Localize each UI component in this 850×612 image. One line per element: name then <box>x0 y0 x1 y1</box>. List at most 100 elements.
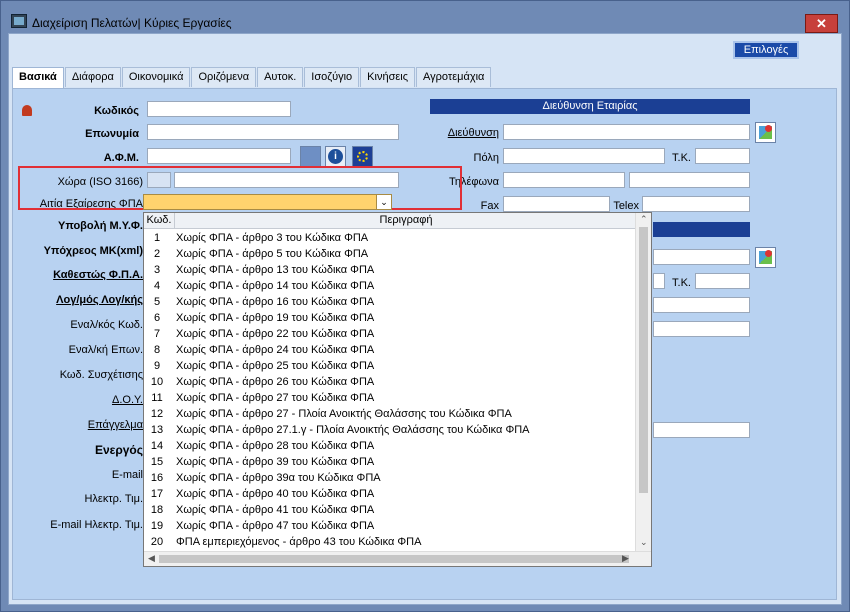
fax-input[interactable] <box>503 196 610 212</box>
eu-vies-icon[interactable] <box>352 146 373 167</box>
scroll-right-icon[interactable]: ▶ <box>622 553 629 564</box>
list-item[interactable]: 20 ΦΠΑ εμπεριεχόμενος - άρθρο 43 του Κώδι… <box>144 534 636 550</box>
address2-input[interactable] <box>653 249 750 265</box>
list-item[interactable]: 11 Χωρίς ΦΠΑ - άρθρο 27 του Κώδικα ΦΠΑ <box>144 390 636 406</box>
list-item-code: 14 <box>150 440 164 452</box>
tab-financial[interactable]: Οικονομικά <box>121 67 191 87</box>
list-item-description: Χωρίς ΦΠΑ - άρθρο 16 του Κώδικα ΦΠΑ <box>176 296 375 308</box>
list-item[interactable]: 7 Χωρίς ΦΠΑ - άρθρο 22 του Κώδικα ΦΠΑ <box>144 326 636 342</box>
list-item[interactable]: 17 Χωρίς ΦΠΑ - άρθρο 40 του Κώδικα ΦΠΑ <box>144 486 636 502</box>
window-title: Διαχείριση Πελατών| Κύριες Εργασίες <box>32 16 232 30</box>
list-item-description: Χωρίς ΦΠΑ - άρθρο 41 του Κώδικα ΦΠΑ <box>176 504 375 516</box>
tab-custom[interactable]: Οριζόμενα <box>191 67 257 87</box>
tab-balance[interactable]: Ισοζύγιο <box>304 67 360 87</box>
map-icon-2[interactable] <box>755 247 776 268</box>
list-item-description: Χωρίς ΦΠΑ - άρθρο 19 του Κώδικα ΦΠΑ <box>176 312 375 324</box>
list-item[interactable]: 1 Χωρίς ΦΠΑ - άρθρο 3 του Κώδικα ΦΠΑ <box>144 230 636 246</box>
list-item-code: 5 <box>153 296 161 308</box>
fax2-input[interactable] <box>653 321 750 337</box>
vat-reason-dropdown[interactable]: ⌄ <box>143 194 392 210</box>
list-item-code: 11 <box>151 392 163 404</box>
company-address-header: Διεύθυνση Εταιρίας <box>430 99 750 114</box>
list-item-description: Χωρίς ΦΠΑ - άρθρο 39α του Κώδικα ΦΠΑ <box>176 472 381 484</box>
list-item-code: 17 <box>150 488 164 500</box>
list-item-description: Χωρίς ΦΠΑ - άρθρο 25 του Κώδικα ΦΠΑ <box>176 360 375 372</box>
name-input[interactable] <box>147 124 399 140</box>
horizontal-scrollbar[interactable]: ◀ ▶ <box>144 551 651 566</box>
alt-code-label: Εναλ/κός Κωδ. <box>70 319 143 331</box>
afm-input[interactable] <box>147 148 291 164</box>
list-item-code: 18 <box>150 504 164 516</box>
scroll-down-icon[interactable]: ⌄ <box>640 537 648 548</box>
tab-bar: Βασικά Διάφορα Οικονομικά Οριζόμενα Αυτο… <box>12 67 492 89</box>
tab-basic[interactable]: Βασικά <box>12 67 64 89</box>
e-email-label: E-mail Ηλεκτρ. Τιμ. <box>50 519 143 531</box>
list-item-description: Χωρίς ΦΠΑ - άρθρο 3 του Κώδικα ΦΠΑ <box>176 232 369 244</box>
scroll-thumb[interactable] <box>639 227 648 493</box>
doy-label[interactable]: Δ.Ο.Υ. <box>23 394 143 406</box>
options-button[interactable]: Επιλογές <box>733 41 799 59</box>
list-item[interactable]: 5 Χωρίς ΦΠΑ - άρθρο 16 του Κώδικα ΦΠΑ <box>144 294 636 310</box>
scroll-left-icon[interactable]: ◀ <box>148 553 155 564</box>
tk-input[interactable] <box>695 148 750 164</box>
tab-auto[interactable]: Αυτοκ. <box>257 67 304 87</box>
afm-label: Α.Φ.Μ. <box>103 152 139 164</box>
tab-transactions[interactable]: Κινήσεις <box>360 67 416 87</box>
name-label: Επωνυμία <box>85 128 139 140</box>
address-label[interactable]: Διεύθυνση <box>433 127 499 139</box>
col-desc-header[interactable]: Περιγραφή <box>176 213 636 228</box>
tab-various[interactable]: Διάφορα <box>64 67 121 87</box>
main-window: Διαχείριση Πελατών| Κύριες Εργασίες ✕ Επ… <box>0 0 850 612</box>
map-icon[interactable] <box>755 122 776 143</box>
chevron-down-icon[interactable]: ⌄ <box>376 195 391 209</box>
tab-land-plots[interactable]: Αγροτεμάχια <box>416 67 492 87</box>
list-item-code: 13 <box>150 424 164 436</box>
list-item[interactable]: 6 Χωρίς ΦΠΑ - άρθρο 19 του Κώδικα ΦΠΑ <box>144 310 636 326</box>
list-item[interactable]: 14 Χωρίς ΦΠΑ - άρθρο 28 του Κώδικα ΦΠΑ <box>144 438 636 454</box>
account-label[interactable]: Λογ/μός Λογ/κής <box>23 294 143 306</box>
list-item[interactable]: 15 Χωρίς ΦΠΑ - άρθρο 39 του Κώδικα ΦΠΑ <box>144 454 636 470</box>
list-item-description: Χωρίς ΦΠΑ - άρθρο 26 του Κώδικα ΦΠΑ <box>176 376 375 388</box>
vertical-scrollbar[interactable]: ⌃ ⌄ <box>635 213 651 552</box>
list-item-code: 7 <box>153 328 161 340</box>
vat-regime-label[interactable]: Καθεστώς Φ.Π.Α. <box>23 269 143 281</box>
list-item[interactable]: 2 Χωρίς ΦΠΑ - άρθρο 5 του Κώδικα ΦΠΑ <box>144 246 636 262</box>
list-item[interactable]: 8 Χωρίς ΦΠΑ - άρθρο 24 του Κώδικα ΦΠΑ <box>144 342 636 358</box>
list-rows: 1 Χωρίς ΦΠΑ - άρθρο 3 του Κώδικα ΦΠΑ 2 Χωρί… <box>144 230 636 550</box>
phone1-input[interactable] <box>503 172 625 188</box>
address-input[interactable] <box>503 124 750 140</box>
list-item[interactable]: 9 Χωρίς ΦΠΑ - άρθρο 25 του Κώδικα ΦΠΑ <box>144 358 636 374</box>
list-item[interactable]: 3 Χωρίς ΦΠΑ - άρθρο 13 του Κώδικα ΦΠΑ <box>144 262 636 278</box>
e-price-label: Ηλεκτρ. Τιμ. <box>84 493 143 505</box>
list-header: Κωδ. Περιγραφή <box>144 213 636 229</box>
phone2-input[interactable] <box>629 172 750 188</box>
rel-code-label: Κωδ. Συσχέτισης <box>59 369 143 381</box>
info-icon[interactable]: i <box>325 146 346 167</box>
list-item[interactable]: 13 Χωρίς ΦΠΑ - άρθρο 27.1.γ - Πλοία Ανοικ… <box>144 422 636 438</box>
tk-label: Τ.Κ. <box>672 152 691 164</box>
scroll-up-icon[interactable]: ⌃ <box>640 214 648 225</box>
col-code-header[interactable]: Κωδ. <box>144 213 175 228</box>
profession-input[interactable] <box>653 422 750 438</box>
mk-label: Υπόχρεος ΜΚ(xml) <box>43 245 143 257</box>
title-bar[interactable]: Διαχείριση Πελατών| Κύριες Εργασίες ✕ <box>1 1 849 33</box>
bell-icon[interactable] <box>22 105 32 116</box>
list-item[interactable]: 16 Χωρίς ΦΠΑ - άρθρο 39α του Κώδικα ΦΠΑ <box>144 470 636 486</box>
list-item-description: Χωρίς ΦΠΑ - άρθρο 27 - Πλοία Ανοικτής Θα… <box>176 408 512 420</box>
list-item[interactable]: 4 Χωρίς ΦΠΑ - άρθρο 14 του Κώδικα ΦΠΑ <box>144 278 636 294</box>
taxis-lookup-icon[interactable] <box>300 146 321 167</box>
telex-input[interactable] <box>642 196 750 212</box>
code-input[interactable] <box>147 101 291 117</box>
close-button[interactable]: ✕ <box>805 14 838 33</box>
city-input[interactable] <box>503 148 665 164</box>
city2-input[interactable] <box>653 273 665 289</box>
tk2-input[interactable] <box>695 273 750 289</box>
profession-label[interactable]: Επάγγελμα <box>23 419 143 431</box>
list-item[interactable]: 10 Χωρίς ΦΠΑ - άρθρο 26 του Κώδικα ΦΠΑ <box>144 374 636 390</box>
hscroll-thumb[interactable] <box>159 555 629 563</box>
list-item[interactable]: 18 Χωρίς ΦΠΑ - άρθρο 41 του Κώδικα ΦΠΑ <box>144 502 636 518</box>
list-item[interactable]: 12 Χωρίς ΦΠΑ - άρθρο 27 - Πλοία Ανοικτής … <box>144 406 636 422</box>
phone3-input[interactable] <box>653 297 750 313</box>
vat-reason-list[interactable]: Κωδ. Περιγραφή 1 Χωρίς ΦΠΑ - άρθρο 3 του … <box>143 212 652 567</box>
list-item[interactable]: 19 Χωρίς ΦΠΑ - άρθρο 47 του Κώδικα ΦΠΑ <box>144 518 636 534</box>
